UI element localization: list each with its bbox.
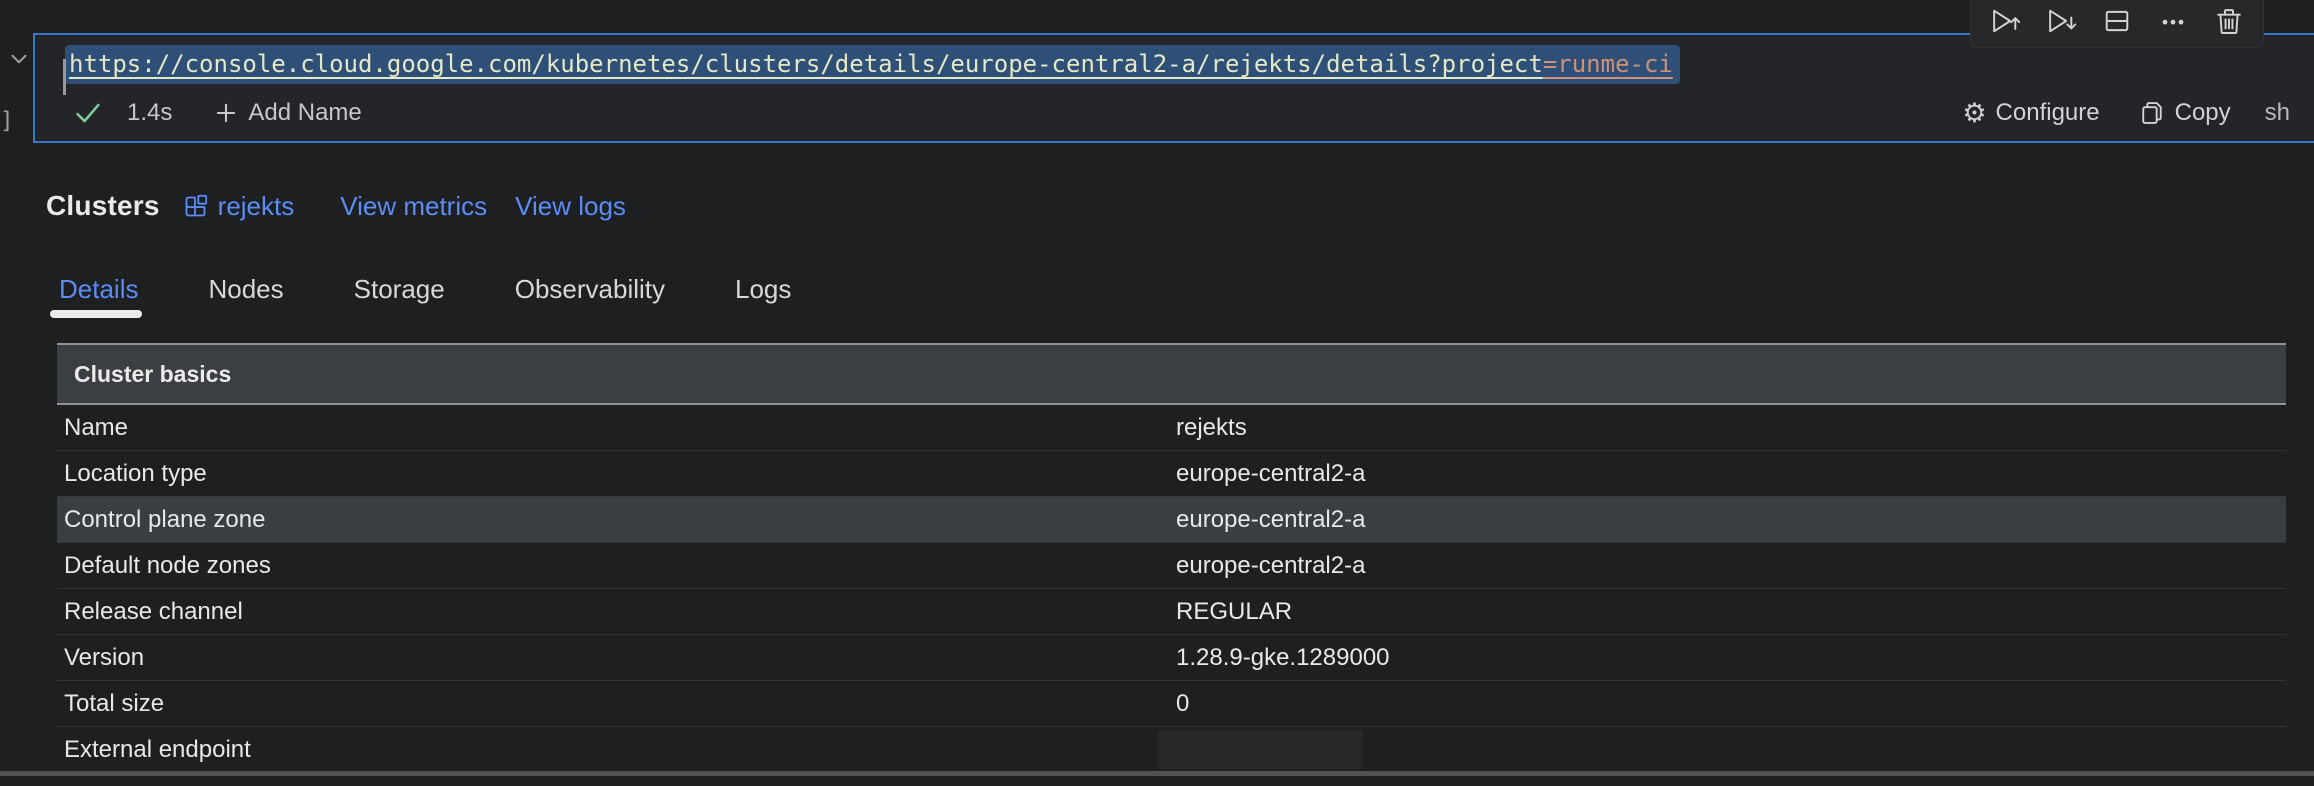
row-label: Version (64, 644, 144, 672)
add-name-label: Add Name (248, 99, 361, 127)
cluster-name-link: rejekts (218, 191, 295, 222)
tab-observability[interactable]: Observability (515, 274, 665, 305)
cluster-basics-table: Cluster basics Name rejekts Location typ… (57, 343, 2286, 773)
text-cursor (63, 59, 66, 95)
row-value: rejekts (1176, 414, 1247, 442)
row-value: europe-central2-a (1176, 552, 1365, 580)
cluster-grid-icon (182, 193, 209, 220)
table-row[interactable]: Default node zones europe-central2-a (57, 543, 2286, 589)
view-logs-link[interactable]: View logs (515, 191, 626, 222)
active-tab-indicator (50, 310, 142, 318)
row-label: Release channel (64, 598, 243, 626)
cluster-tabs: Details Nodes Storage Observability Logs (59, 274, 791, 305)
row-value: europe-central2-a (1176, 506, 1365, 534)
cell-language-picker[interactable]: sh (2265, 99, 2290, 127)
row-value: 0 (1176, 690, 1189, 718)
tab-nodes[interactable]: Nodes (208, 274, 283, 305)
delete-cell-icon[interactable] (2213, 5, 2245, 37)
code-editor-line[interactable]: https://console.cloud.google.com/kuberne… (35, 45, 2314, 89)
gear-icon: ⚙ (1962, 100, 1986, 127)
table-row[interactable]: Total size 0 (57, 681, 2286, 727)
cell-toolbar (1970, 0, 2264, 48)
section-title: Cluster basics (74, 361, 231, 388)
table-section-header: Cluster basics (57, 343, 2286, 405)
execute-above-icon[interactable] (1989, 5, 2021, 37)
notebook-screen: 5] https://console.cloud.google.com/kube… (0, 0, 2314, 786)
url-param-text: =runme-ci (1543, 50, 1673, 78)
cell-status-bar: 1.4s Add Name ⚙ Configure Copy (73, 91, 2290, 135)
page-title: Clusters (46, 190, 160, 222)
row-value: 1.28.9-gke.1289000 (1176, 644, 1390, 672)
check-icon (73, 98, 103, 128)
table-row[interactable]: External endpoint (57, 727, 2286, 773)
tab-storage[interactable]: Storage (354, 274, 445, 305)
table-row[interactable]: Version 1.28.9-gke.1289000 (57, 635, 2286, 681)
execution-duration: 1.4s (127, 99, 172, 127)
table-row[interactable]: Location type europe-central2-a (57, 451, 2286, 497)
row-label: Control plane zone (64, 506, 265, 534)
table-row[interactable]: Name rejekts (57, 405, 2286, 451)
tab-logs[interactable]: Logs (735, 274, 791, 305)
configure-button[interactable]: ⚙ Configure (1962, 99, 2099, 127)
row-label: Name (64, 414, 128, 442)
row-label: Default node zones (64, 552, 271, 580)
split-cell-icon[interactable] (2101, 5, 2133, 37)
execute-below-icon[interactable] (2045, 5, 2077, 37)
copy-button[interactable]: Copy (2138, 99, 2231, 127)
chevron-down-icon[interactable] (6, 46, 32, 72)
view-metrics-link[interactable]: View metrics (340, 191, 487, 222)
notebook-cell[interactable]: https://console.cloud.google.com/kuberne… (33, 33, 2314, 143)
row-value: REGULAR (1176, 598, 1292, 626)
table-row-highlighted[interactable]: Control plane zone europe-central2-a (57, 497, 2286, 543)
bottom-divider (0, 771, 2314, 776)
add-name-button[interactable]: Add Name (212, 99, 361, 127)
plus-icon (212, 99, 240, 127)
selected-url[interactable]: https://console.cloud.google.com/kuberne… (65, 45, 1680, 84)
row-label: External endpoint (64, 736, 251, 764)
redacted-value (1158, 731, 1363, 769)
row-label: Location type (64, 460, 207, 488)
cluster-link[interactable]: rejekts (182, 191, 295, 222)
execution-count: 5] (0, 108, 14, 134)
row-value: europe-central2-a (1176, 460, 1365, 488)
table-row[interactable]: Release channel REGULAR (57, 589, 2286, 635)
copy-icon (2138, 99, 2166, 127)
row-label: Total size (64, 690, 164, 718)
tab-details[interactable]: Details (59, 274, 138, 305)
copy-label: Copy (2175, 99, 2231, 127)
clusters-header-row: Clusters rejekts View metrics View logs (46, 186, 626, 226)
url-text: https://console.cloud.google.com/kuberne… (69, 50, 1543, 78)
more-actions-icon[interactable] (2157, 5, 2189, 37)
configure-label: Configure (1996, 99, 2100, 127)
